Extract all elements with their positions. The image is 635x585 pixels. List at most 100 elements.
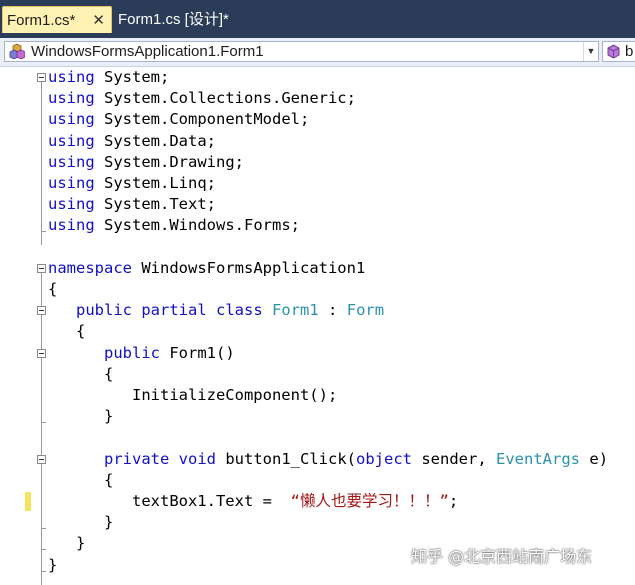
code-line: {	[48, 470, 113, 491]
code-token: using	[48, 152, 95, 171]
code-token: public	[76, 301, 132, 320]
change-marker	[25, 492, 31, 511]
code-token: InitializeComponent();	[48, 386, 338, 404]
code-token: {	[48, 364, 114, 383]
collapse-toggle-icon[interactable]	[37, 73, 46, 82]
collapse-toggle-icon[interactable]	[37, 263, 46, 273]
code-token: using	[48, 110, 95, 129]
collapse-toggle-icon[interactable]	[37, 454, 46, 464]
code-token: textBox1.Text =	[48, 492, 282, 510]
member-dropdown-value: b	[625, 43, 634, 60]
indicator-margin	[0, 67, 22, 584]
outline-guide	[41, 82, 42, 246]
code-token: {	[48, 470, 114, 489]
outline-guide	[41, 272, 42, 585]
code-token: WindowsFormsApplication1	[141, 258, 366, 277]
code-token: using	[48, 89, 95, 108]
code-line: }	[48, 533, 85, 554]
tab-label: Form1.cs [设计]*	[118, 11, 229, 28]
code-token: private	[104, 449, 170, 468]
code-token: Form1()	[169, 343, 235, 362]
code-line: InitializeComponent();	[48, 385, 337, 406]
code-token: }	[48, 513, 114, 532]
code-token: partial	[141, 301, 207, 320]
member-dropdown[interactable]: b	[602, 41, 635, 62]
class-dropdown-value: WindowsFormsApplication1.Form1	[31, 43, 264, 60]
outline-end	[41, 549, 46, 551]
code-line: {	[48, 364, 113, 385]
tab-label: Form1.cs*	[7, 12, 76, 29]
code-line: public partial class Form1 : Form	[48, 300, 384, 321]
outline-end	[41, 528, 46, 530]
code-line: {	[48, 279, 57, 300]
code-token: {	[48, 322, 86, 341]
tab-form1-cs[interactable]: Form1.cs* ✕	[2, 6, 112, 33]
navigation-bar: WindowsFormsApplication1.Form1 ▼ b	[0, 38, 635, 67]
code-token: System.Data;	[104, 131, 216, 150]
code-token: using	[48, 195, 95, 214]
collapse-toggle-icon[interactable]	[37, 306, 46, 316]
code-token: :	[328, 301, 338, 320]
code-token: System.Collections.Generic;	[104, 89, 356, 108]
code-token: using	[48, 68, 95, 86]
class-dropdown[interactable]: WindowsFormsApplication1.Form1 ▼	[4, 41, 599, 62]
code-line: using System;	[48, 67, 169, 88]
code-line: {	[48, 321, 85, 342]
code-token: object	[356, 449, 412, 468]
code-line: using System.Collections.Generic;	[48, 88, 356, 109]
code-token: }	[48, 407, 114, 426]
code-token: System.Linq;	[104, 174, 216, 192]
outline-end	[41, 422, 46, 424]
outline-end	[41, 570, 46, 572]
code-line: }	[48, 512, 113, 533]
tab-form1-designer[interactable]: Form1.cs [设计]*	[112, 6, 272, 33]
code-token: EventArgs	[496, 449, 581, 468]
code-token: using	[48, 131, 95, 150]
collapse-toggle-icon[interactable]	[37, 348, 46, 358]
code-token: System;	[104, 68, 170, 86]
code-line: }	[48, 406, 113, 427]
watermark: 知乎 @北京西站南广场东	[411, 547, 593, 566]
outline-end	[41, 231, 46, 233]
code-token: using	[48, 216, 95, 235]
code-token: Form1	[272, 301, 319, 320]
class-icon	[9, 44, 25, 59]
code-token: “懒人也要学习！！！”	[290, 492, 449, 510]
code-line: public Form1()	[48, 343, 235, 364]
code-token: namespace	[48, 258, 132, 277]
code-line: namespace WindowsFormsApplication1	[48, 258, 365, 279]
code-line: using System.Drawing;	[48, 152, 244, 173]
code-token: ;	[448, 492, 459, 510]
close-icon[interactable]: ✕	[92, 7, 105, 34]
code-line: }	[48, 555, 57, 576]
code-editor[interactable]: using System; using System.Collections.Ge…	[0, 67, 635, 585]
method-icon	[607, 44, 620, 59]
code-line: private void button1_Click(object sender…	[48, 449, 608, 470]
code-token: void	[178, 449, 216, 468]
document-tab-strip: Form1.cs* ✕ Form1.cs [设计]*	[0, 0, 635, 38]
code-line: using System.Data;	[48, 131, 216, 152]
code-token: System.Windows.Forms;	[104, 216, 300, 235]
code-token: System.Drawing;	[104, 152, 244, 171]
code-line: using System.Windows.Forms;	[48, 215, 300, 236]
code-line: textBox1.Text = “懒人也要学习！！！”;	[48, 491, 458, 512]
code-token: class	[216, 301, 263, 320]
code-token: }	[48, 555, 58, 574]
code-line: using System.Linq;	[48, 173, 216, 194]
code-token: sender,	[421, 449, 487, 468]
code-token: using	[48, 174, 95, 192]
code-line: using System.ComponentModel;	[48, 109, 309, 130]
code-token: Form	[346, 301, 385, 320]
code-token: System.Text;	[104, 195, 216, 214]
code-token: System.ComponentModel;	[104, 110, 310, 129]
code-token: {	[48, 280, 58, 298]
chevron-down-icon[interactable]: ▼	[583, 42, 598, 61]
code-token: public	[104, 343, 160, 362]
code-token: button1_Click(	[225, 449, 356, 468]
code-line: using System.Text;	[48, 194, 216, 215]
code-token: }	[48, 534, 86, 553]
code-token: e)	[589, 449, 609, 468]
